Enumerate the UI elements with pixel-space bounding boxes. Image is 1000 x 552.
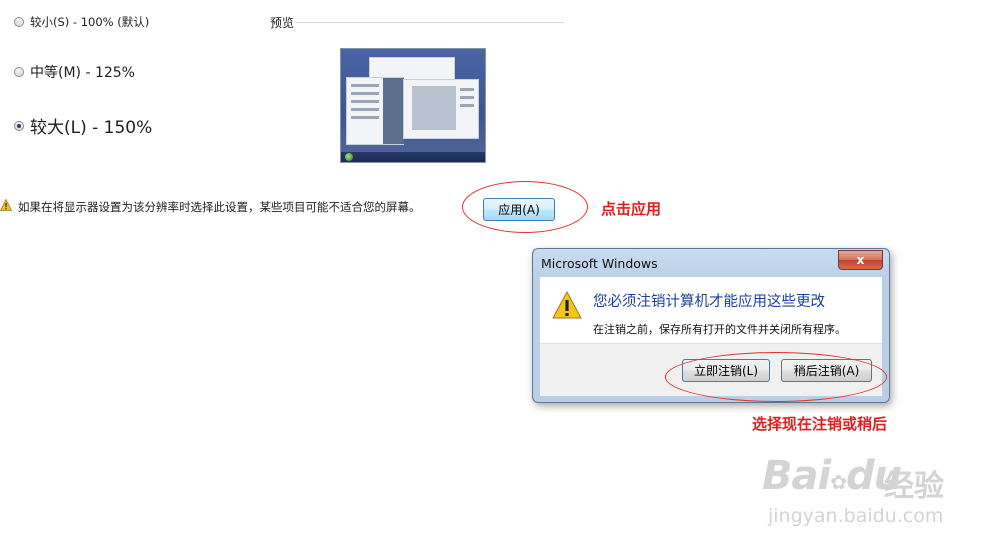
watermark-url: jingyan.baidu.com [768, 505, 944, 527]
dialog-detail: 在注销之前，保存所有打开的文件并关闭所有程序。 [593, 323, 846, 336]
dialog-warning-icon [552, 291, 582, 319]
warning-text: 如果在将显示器设置为该分辨率时选择此设置，某些项目可能不适合您的屏幕。 [18, 200, 421, 214]
radio-small[interactable]: 较小(S) - 100% (默认) [14, 14, 149, 30]
preview-divider [296, 22, 564, 23]
radio-medium-label: 中等(M) - 125% [30, 65, 135, 81]
baidu-watermark: Bai✿du 经验 jingyan.baidu.com [762, 445, 987, 545]
annotation-choose-logoff: 选择现在注销或稍后 [752, 415, 888, 433]
watermark-logo: Bai✿du [762, 453, 902, 499]
logoff-highlight-ellipse [665, 352, 887, 402]
radio-large-dot[interactable] [14, 120, 24, 131]
dialog-close-button[interactable]: x [838, 250, 883, 270]
apply-highlight-ellipse [462, 181, 588, 233]
dialog-title: Microsoft Windows [541, 256, 658, 271]
radio-small-label: 较小(S) - 100% (默认) [30, 15, 150, 29]
watermark-logo-text: Bai [762, 453, 831, 499]
warning-icon [0, 199, 12, 211]
dialog-message: 您必须注销计算机才能应用这些更改 [593, 294, 825, 310]
radio-large-label: 较大(L) - 150% [30, 118, 153, 138]
dialog-body: 您必须注销计算机才能应用这些更改 在注销之前，保存所有打开的文件并关闭所有程序。 [540, 277, 882, 343]
watermark-cn: 经验 [884, 469, 944, 504]
radio-small-dot[interactable] [14, 17, 24, 27]
annotation-click-apply: 点击应用 [601, 200, 662, 218]
radio-medium-dot[interactable] [14, 67, 24, 77]
radio-medium[interactable]: 中等(M) - 125% [14, 62, 135, 82]
paw-icon: ✿ [830, 470, 847, 494]
preview-image [340, 48, 486, 163]
preview-title: 预览 [270, 16, 295, 30]
radio-large[interactable]: 较大(L) - 150% [14, 113, 152, 138]
